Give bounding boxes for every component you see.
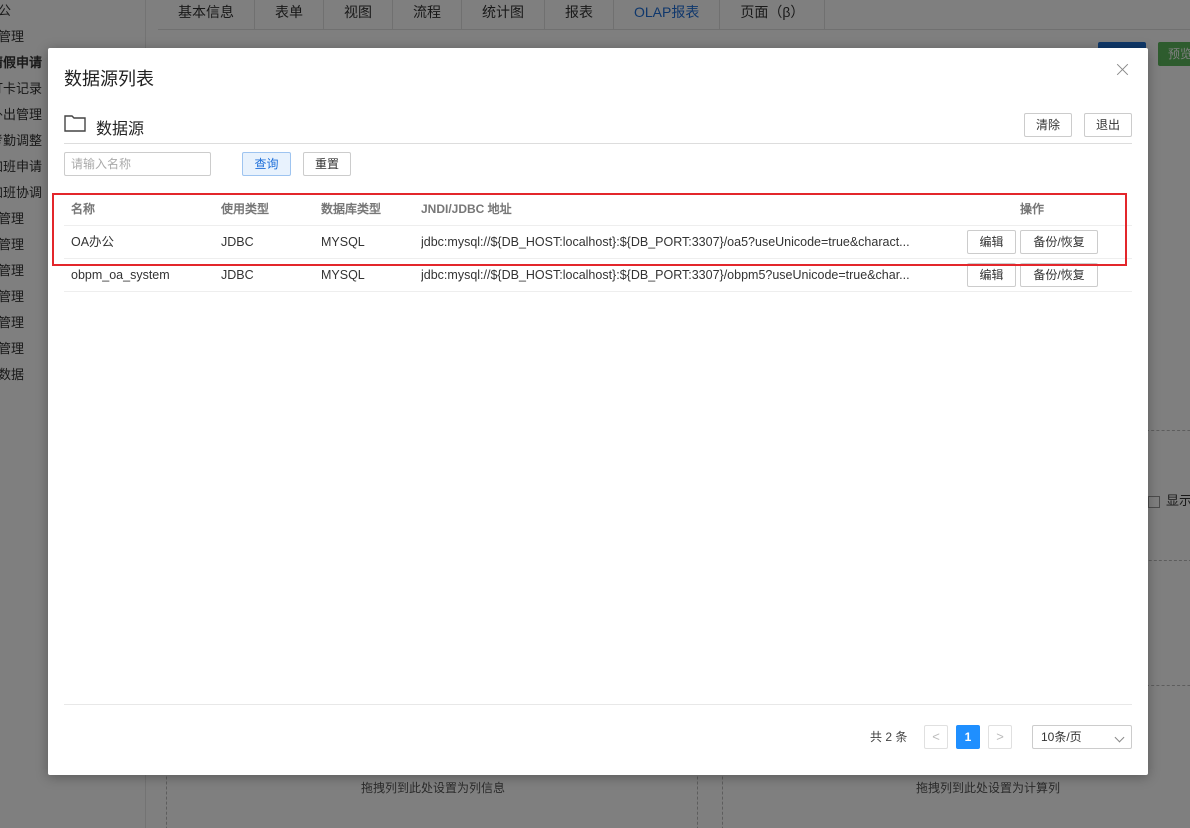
- cell-address: jdbc:mysql://${DB_HOST:localhost}:${DB_P…: [421, 235, 910, 249]
- header-actions: 操作: [1020, 202, 1045, 216]
- section-header: 数据源 清除 退出: [64, 112, 1132, 144]
- table-row[interactable]: obpm_oa_system JDBC MYSQL jdbc:mysql://$…: [64, 259, 1132, 292]
- header-address: JNDI/JDBC 地址: [421, 202, 512, 216]
- prev-page-button[interactable]: <: [924, 725, 948, 749]
- header-usage-type: 使用类型: [221, 202, 270, 216]
- modal-title: 数据源列表: [64, 69, 154, 89]
- chevron-down-icon: [1114, 732, 1125, 743]
- next-page-button[interactable]: >: [988, 725, 1012, 749]
- page-size-value: 10条/页: [1041, 730, 1082, 744]
- backup-restore-button[interactable]: 备份/恢复: [1020, 263, 1098, 287]
- header-name: 名称: [71, 202, 96, 216]
- backup-restore-button[interactable]: 备份/恢复: [1020, 230, 1098, 254]
- cell-db-type: MYSQL: [321, 268, 365, 282]
- reset-button[interactable]: 重置: [303, 152, 351, 176]
- footer-divider: [64, 704, 1132, 705]
- edit-button[interactable]: 编辑: [967, 263, 1016, 287]
- cell-name: OA办公: [71, 235, 115, 249]
- cell-usage-type: JDBC: [221, 268, 254, 282]
- current-page[interactable]: 1: [956, 725, 980, 749]
- clear-button[interactable]: 清除: [1024, 113, 1072, 137]
- table-row[interactable]: OA办公 JDBC MYSQL jdbc:mysql://${DB_HOST:l…: [64, 226, 1132, 259]
- exit-button[interactable]: 退出: [1084, 113, 1132, 137]
- header-db-type: 数据库类型: [321, 202, 382, 216]
- page-size-select[interactable]: 10条/页: [1032, 725, 1132, 749]
- folder-icon: [64, 115, 86, 132]
- cell-db-type: MYSQL: [321, 235, 365, 249]
- edit-button[interactable]: 编辑: [967, 230, 1016, 254]
- cell-usage-type: JDBC: [221, 235, 254, 249]
- datasource-table: 名称 使用类型 数据库类型 JNDI/JDBC 地址 操作 OA办公 JDBC …: [64, 193, 1132, 292]
- close-icon[interactable]: [1114, 61, 1132, 79]
- section-title: 数据源: [96, 121, 145, 138]
- query-button[interactable]: 查询: [242, 152, 291, 176]
- table-header: 名称 使用类型 数据库类型 JNDI/JDBC 地址 操作: [64, 193, 1132, 226]
- total-count: 共 2 条: [870, 730, 908, 744]
- cell-name: obpm_oa_system: [71, 268, 170, 282]
- cell-address: jdbc:mysql://${DB_HOST:localhost}:${DB_P…: [421, 268, 910, 282]
- datasource-modal: 数据源列表 数据源 清除 退出 查询 重置 名称 使用类型 数据库类型 JNDI…: [48, 48, 1148, 775]
- search-input[interactable]: [64, 152, 211, 176]
